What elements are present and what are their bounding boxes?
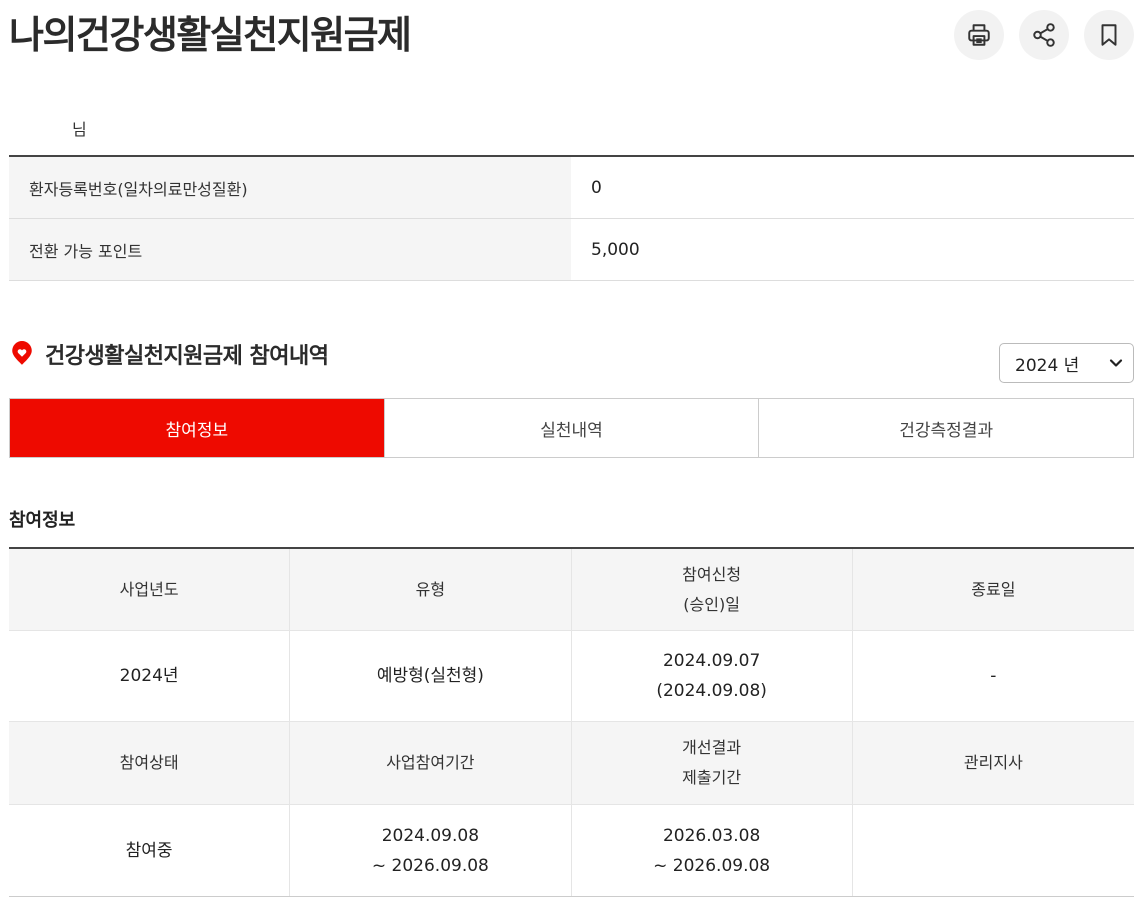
- header-cell: 참여상태: [9, 722, 291, 804]
- info-row-patient-id: 환자등록번호(일차의료만성질환) 0: [9, 157, 1134, 219]
- table-header-row: 참여상태 사업참여기간 개선결과 제출기간 관리지사: [9, 722, 1134, 805]
- share-icon: [1033, 23, 1055, 47]
- tab-bar: 참여정보 실천내역 건강측정결과: [9, 398, 1134, 458]
- print-button[interactable]: [954, 10, 1004, 60]
- info-value: 5,000: [591, 239, 640, 260]
- header-cell: 사업참여기간: [290, 722, 572, 804]
- info-table: 환자등록번호(일차의료만성질환) 0 전환 가능 포인트 5,000: [9, 155, 1134, 281]
- heart-pin-icon: [12, 341, 32, 365]
- print-icon: [968, 24, 990, 46]
- info-label: 환자등록번호(일차의료만성질환): [9, 157, 571, 218]
- table-cell: -: [990, 666, 997, 686]
- header-cell: 참여신청 (승인)일: [572, 549, 853, 630]
- tab-health-measurement[interactable]: 건강측정결과: [759, 399, 1133, 457]
- tab-practice-history[interactable]: 실천내역: [385, 399, 760, 457]
- section-heading: 건강생활실천지원금제 참여내역: [9, 338, 329, 370]
- user-name-suffix: 님: [72, 120, 87, 139]
- share-button[interactable]: [1019, 10, 1069, 60]
- table-cell: 참여중: [9, 805, 291, 896]
- header-cell: 개선결과 제출기간: [572, 722, 853, 804]
- table-cell: 2026.03.08 ~ 2026.09.08: [572, 805, 853, 896]
- table-cell: 2024년: [9, 631, 291, 721]
- year-select[interactable]: 2024 년: [999, 343, 1134, 383]
- table-row: 2024년 예방형(실천형) 2024.09.07 (2024.09.08) -: [9, 631, 1134, 722]
- header-cell: 관리지사: [963, 753, 1023, 772]
- table-header-row: 사업년도 유형 참여신청 (승인)일 종료일: [9, 549, 1134, 631]
- page-title: 나의건강생활실천지원금제: [9, 13, 412, 57]
- info-value: 0: [591, 177, 602, 198]
- table-cell: 2024.09.07 (2024.09.08): [572, 631, 853, 721]
- participation-table: 사업년도 유형 참여신청 (승인)일 종료일 2024년 예방형(실천형) 20…: [9, 547, 1134, 897]
- section-title: 건강생활실천지원금제 참여내역: [45, 344, 329, 369]
- table-cell: 예방형(실천형): [290, 631, 572, 721]
- page: 나의건강생활실천지원금제 님 환자등록번호(일차의료만성질환) 0 전환 가능 …: [0, 0, 1142, 908]
- header-cell: 사업년도: [9, 549, 291, 630]
- header-cell: 유형: [290, 549, 572, 630]
- table-cell: 2024.09.08 ~ 2026.09.08: [290, 805, 572, 896]
- table-cell: [853, 805, 1134, 896]
- info-label: 전환 가능 포인트: [9, 219, 571, 280]
- info-row-points: 전환 가능 포인트 5,000: [9, 219, 1134, 281]
- year-select-value: 2024 년: [1015, 355, 1080, 376]
- bookmark-button[interactable]: [1084, 10, 1134, 60]
- participation-title: 참여정보: [9, 510, 76, 531]
- tab-participation-info[interactable]: 참여정보: [10, 399, 385, 457]
- table-row: 참여중 2024.09.08 ~ 2026.09.08 2026.03.08 ~…: [9, 805, 1134, 896]
- bookmark-icon: [1101, 24, 1117, 46]
- chevron-down-icon: [1109, 359, 1123, 367]
- header-cell: 종료일: [971, 579, 1016, 599]
